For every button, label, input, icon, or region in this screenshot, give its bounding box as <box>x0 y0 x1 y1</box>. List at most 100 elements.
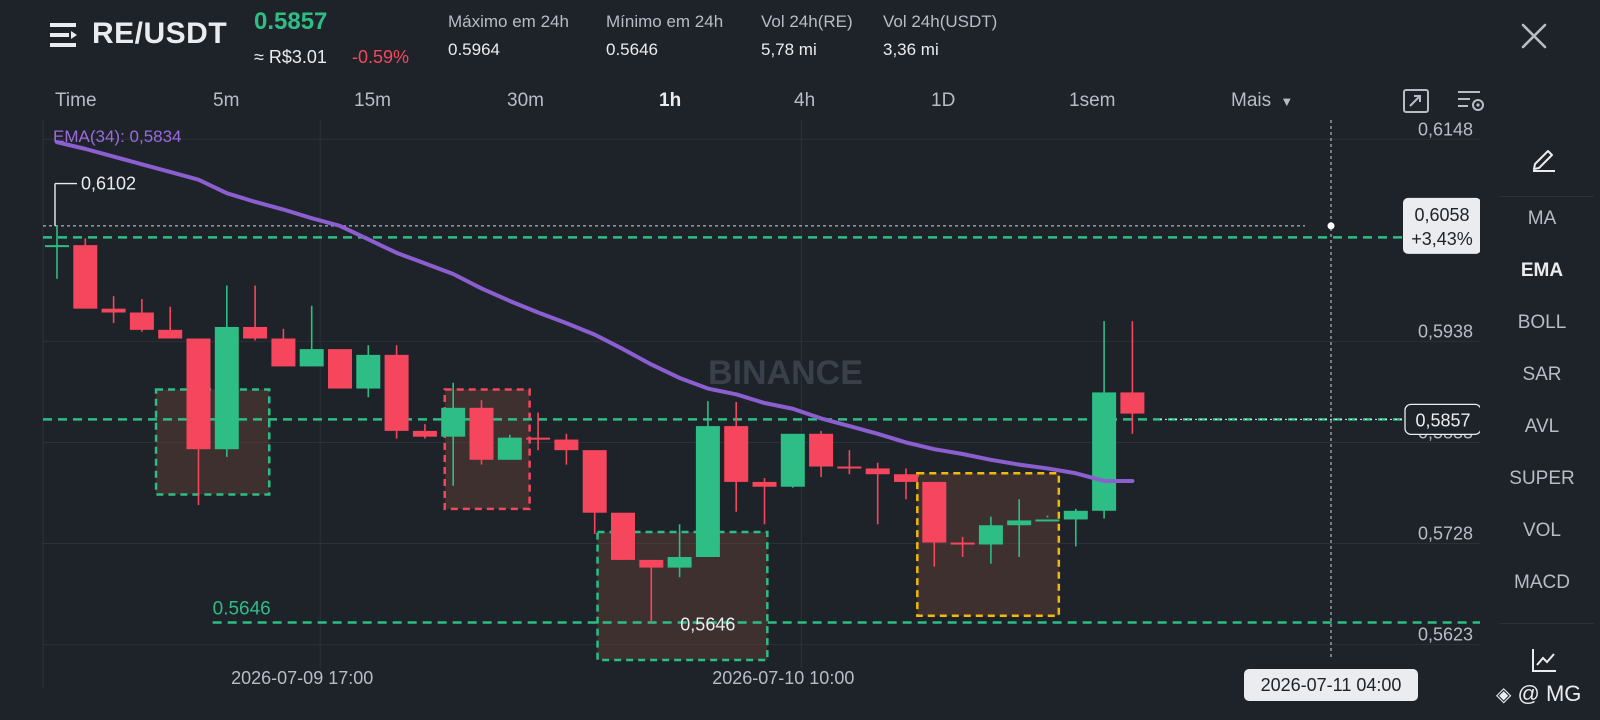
candle-body <box>243 326 268 339</box>
candle-body <box>299 349 324 367</box>
price-axis-label: 0,5623 <box>1418 625 1473 645</box>
pair-title[interactable]: RE/USDT <box>92 17 227 51</box>
candle-body <box>950 542 975 545</box>
candle-body <box>45 245 69 248</box>
watermark-text: @ MG <box>1517 681 1582 706</box>
candle-body <box>1035 519 1060 522</box>
candle-body <box>356 354 381 389</box>
candle-body <box>497 437 522 460</box>
binance-logo-icon: ◈ <box>1496 684 1512 706</box>
indicator-sar[interactable]: SAR <box>1490 364 1594 386</box>
change-percent: -0.59% <box>352 47 410 67</box>
stat-high-label: Máximo em 24h <box>448 12 569 31</box>
time-axis-label: 2026-07-09 17:00 <box>231 668 373 688</box>
tab-1sem[interactable]: 1sem <box>1069 90 1115 112</box>
low-marker-label: 0,5646 <box>680 614 735 634</box>
candle-body <box>412 430 437 437</box>
draw-pen-icon[interactable] <box>1530 144 1558 172</box>
footer-watermark: ◈ @ MG <box>1496 681 1581 707</box>
stat-vol-quote-label: Vol 24h(USDT) <box>883 12 998 31</box>
chart-type-icon[interactable] <box>1530 646 1558 674</box>
binance-watermark: BINANCE <box>708 354 863 392</box>
stat-high-value: 0.5964 <box>448 40 500 59</box>
reference-line-label: 0.5646 <box>213 598 271 619</box>
candle-body <box>1063 510 1088 520</box>
tab-4h[interactable]: 4h <box>794 90 815 112</box>
tab-1h[interactable]: 1h <box>659 90 681 112</box>
price-axis-label: 0,6148 <box>1418 120 1473 139</box>
tab-5m[interactable]: 5m <box>213 90 239 112</box>
candle-body <box>809 433 834 467</box>
tab-more-label: Mais <box>1231 90 1272 111</box>
candle-body <box>384 354 409 431</box>
tab-time[interactable]: Time <box>55 90 97 112</box>
candle-body <box>73 245 98 309</box>
candle-body <box>837 466 862 469</box>
stat-vol-base-label: Vol 24h(RE) <box>761 12 853 31</box>
stat-low-value: 0.5646 <box>606 40 658 59</box>
candle-body <box>865 468 890 475</box>
last-price: 0.5857 <box>254 8 328 35</box>
candle-body <box>554 439 579 451</box>
indicator-ema[interactable]: EMA <box>1490 260 1594 282</box>
candle-body <box>978 525 1003 545</box>
tab-15m[interactable]: 15m <box>354 90 391 112</box>
panel-divider <box>1500 623 1594 624</box>
candle-body <box>1092 392 1117 511</box>
candle-body <box>441 407 466 437</box>
chart-settings-icon[interactable] <box>1456 88 1486 114</box>
candle-body <box>328 349 352 389</box>
tab-more[interactable]: Mais ▼ <box>1231 90 1293 112</box>
indicator-macd[interactable]: MACD <box>1490 572 1594 594</box>
indicator-super[interactable]: SUPER <box>1490 468 1594 490</box>
price-axis-label: 0,5938 <box>1418 321 1473 341</box>
indicator-avl[interactable]: AVL <box>1490 416 1594 438</box>
panel-divider <box>1500 196 1594 197</box>
crosshair-price: 0,6058 <box>1414 205 1469 225</box>
indicator-vol[interactable]: VOL <box>1490 520 1594 542</box>
highlight-box <box>154 388 271 496</box>
candle-body <box>639 559 664 568</box>
candle-body <box>271 338 296 367</box>
crosshair-dot <box>1327 222 1335 230</box>
price-axis: 0,61480,59380,58330,57280,56232026-07-09… <box>231 120 1480 688</box>
stat-vol-quote-value: 3,36 mi <box>883 40 939 59</box>
last-price-tag-text: 0,5857 <box>1415 410 1470 430</box>
candle-body <box>667 557 692 568</box>
price-brl: ≈ R$3.01 <box>254 47 327 67</box>
candle-body <box>922 481 947 543</box>
candle-body <box>611 512 635 560</box>
candle-body <box>1120 392 1145 414</box>
crosshair-percent: +3,43% <box>1411 229 1473 249</box>
indicator-boll[interactable]: BOLL <box>1490 312 1594 334</box>
ema-legend: EMA(34): 0,5834 <box>53 127 182 146</box>
tab-1d[interactable]: 1D <box>931 90 955 112</box>
candle-body <box>780 433 805 487</box>
candle-body <box>101 308 126 313</box>
menu-icon[interactable] <box>50 22 80 48</box>
candle-body <box>1007 520 1032 526</box>
price-axis-label: 0,5728 <box>1418 524 1473 544</box>
high-marker-label: 0,6102 <box>81 174 136 194</box>
candle-body <box>752 481 777 487</box>
candle-body <box>526 437 551 440</box>
tab-30m[interactable]: 30m <box>507 90 544 112</box>
candle-body <box>186 338 211 450</box>
indicator-ma[interactable]: MA <box>1490 208 1594 230</box>
caret-down-icon: ▼ <box>1280 94 1294 109</box>
time-axis-label: 2026-07-10 10:00 <box>712 668 854 688</box>
candle-body <box>724 426 749 482</box>
candle-body <box>582 450 607 513</box>
candle-body <box>469 407 494 460</box>
candle-body <box>129 312 154 330</box>
candle-body <box>158 329 183 339</box>
expand-chart-icon[interactable] <box>1402 88 1430 114</box>
crosshair-time: 2026-07-11 04:00 <box>1261 675 1402 695</box>
candle-body <box>214 326 239 450</box>
stat-low-label: Mínimo em 24h <box>606 12 724 31</box>
candlestick-chart[interactable]: BINANCE 0.5646 0,6102 0,5646 0,6148 0,5938… <box>0 120 1480 710</box>
candle-body <box>695 426 720 558</box>
close-icon[interactable] <box>1518 20 1550 52</box>
stat-vol-base-value: 5,78 mi <box>761 40 817 59</box>
candle-body <box>894 474 918 482</box>
